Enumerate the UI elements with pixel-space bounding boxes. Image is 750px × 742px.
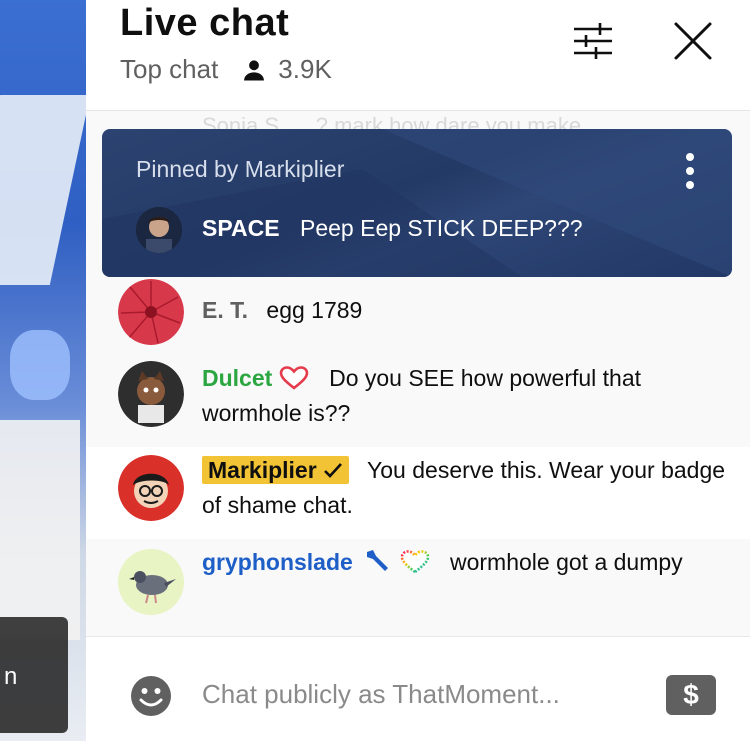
owner-badge[interactable]: Markiplier [202, 456, 350, 484]
emoji-icon[interactable] [130, 675, 172, 717]
message-text: wormhole got a dumpy [449, 549, 683, 575]
kebab-icon[interactable] [680, 151, 700, 191]
person-icon [244, 59, 265, 80]
pinned-label: Pinned by Markiplier [136, 156, 345, 182]
video-frame-shape [0, 420, 80, 640]
avatar[interactable] [118, 549, 184, 615]
close-icon[interactable] [670, 18, 716, 64]
heart-icon [400, 550, 429, 574]
pinned-text: Peep Eep STICK DEEP??? [300, 215, 583, 241]
chat-input-bar: Chat publicly as ThatMoment... $ [86, 636, 750, 742]
message-text: egg 1789 [266, 297, 363, 323]
chat-mode-selector[interactable]: Top chat 3.9K [120, 54, 332, 85]
pinned-author[interactable]: SPACE [202, 215, 280, 242]
chat-message[interactable]: gryphonslade wormhole got a dumpy [86, 539, 750, 635]
live-chat-panel: Live chat Top chat 3.9K Sonia S. . . ? m… [86, 0, 750, 742]
checkmark-icon [324, 463, 343, 478]
video-frame-shape [0, 95, 86, 285]
chat-message[interactable]: Dulcet Do you SEE how powerful that worm… [86, 355, 750, 447]
video-frame-shape [10, 330, 70, 400]
chat-message-list[interactable]: Sonia S. . . ? mark how dare you make Pi… [86, 111, 750, 636]
avatar[interactable] [118, 455, 184, 521]
message-author[interactable]: E. T. [202, 297, 248, 323]
avatar[interactable] [136, 207, 182, 253]
viewer-count: 3.9K [278, 54, 332, 84]
heart-icon [279, 366, 308, 390]
pinned-background-shape [102, 129, 732, 277]
chat-header: Live chat Top chat 3.9K [86, 0, 750, 111]
chat-mode-label: Top chat [120, 54, 219, 84]
message-author[interactable]: Dulcet [202, 365, 272, 391]
video-overlay-button[interactable]: n [0, 617, 68, 733]
filter-icon[interactable] [570, 18, 616, 64]
chat-message[interactable]: E. T. egg 1789 [86, 277, 750, 353]
chat-input[interactable]: Chat publicly as ThatMoment... [202, 679, 560, 710]
dollar-icon: $ [683, 679, 699, 710]
message-author: Markiplier [208, 457, 317, 483]
video-player-edge: n [0, 0, 86, 741]
avatar[interactable] [118, 361, 184, 427]
avatar[interactable] [118, 279, 184, 345]
chat-message-owner[interactable]: Markiplier You deserve this. Wear your b… [86, 447, 750, 539]
pinned-message[interactable]: Pinned by Markiplier SPACE Peep Eep STIC… [102, 129, 732, 277]
message-author[interactable]: gryphonslade [202, 549, 353, 575]
chat-title: Live chat [120, 2, 290, 44]
wrench-icon [367, 550, 389, 571]
super-chat-button[interactable]: $ [666, 675, 716, 715]
